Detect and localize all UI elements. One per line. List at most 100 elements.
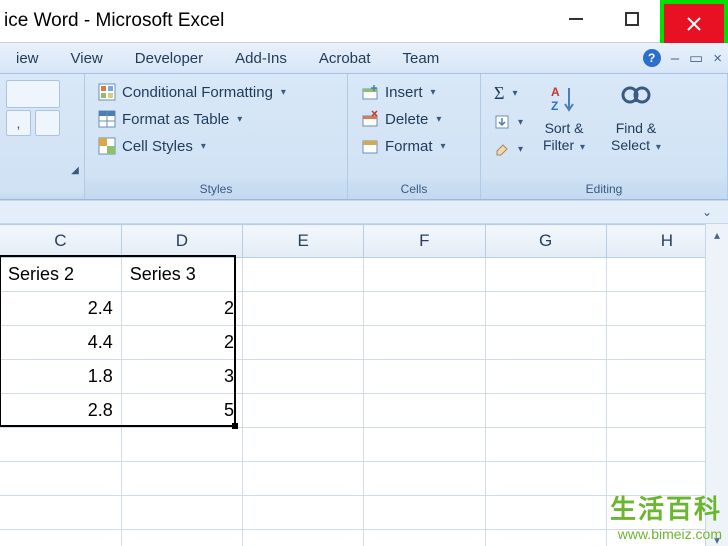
cell[interactable] (0, 462, 121, 496)
cell[interactable] (121, 428, 242, 462)
cell[interactable] (243, 360, 364, 394)
format-as-table-label: Format as Table (122, 111, 229, 128)
group-label-number (0, 193, 84, 199)
cell[interactable] (121, 462, 242, 496)
dropdown-arrow-icon: ▾ (656, 142, 661, 153)
cell[interactable] (243, 258, 364, 292)
mdi-minimize-icon[interactable]: – (671, 50, 679, 67)
cell[interactable] (0, 530, 121, 546)
cell[interactable] (243, 428, 364, 462)
tab-addins[interactable]: Add-Ins (219, 43, 303, 73)
cell[interactable] (364, 394, 485, 428)
cell[interactable] (364, 360, 485, 394)
table-row (0, 428, 728, 462)
cell[interactable]: 4.4 (0, 326, 121, 360)
conditional-formatting-button[interactable]: Conditional Formatting ▾ (91, 80, 293, 104)
close-button-highlight (660, 0, 728, 47)
dropdown-arrow-icon: ▾ (281, 87, 286, 98)
vertical-scrollbar[interactable]: ▴ ▾ (705, 224, 728, 546)
cell[interactable] (0, 496, 121, 530)
cell[interactable] (0, 428, 121, 462)
cell[interactable] (364, 462, 485, 496)
delete-cells-button[interactable]: Delete ▾ (354, 107, 453, 131)
window-title: ice Word - Microsoft Excel (0, 10, 224, 32)
fill-button[interactable]: ▾ (487, 110, 527, 134)
cell[interactable] (485, 394, 606, 428)
number-dialog-launcher-icon[interactable]: ◢ (68, 163, 82, 177)
tab-iew[interactable]: iew (0, 43, 55, 73)
window-controls (548, 0, 728, 40)
cell[interactable] (485, 496, 606, 530)
cell[interactable] (485, 326, 606, 360)
col-header-E[interactable]: E (243, 225, 364, 258)
cell[interactable]: 1.8 (0, 360, 121, 394)
tab-acrobat[interactable]: Acrobat (303, 43, 387, 73)
col-header-F[interactable]: F (364, 225, 485, 258)
number-format-dropdown[interactable] (6, 80, 60, 108)
cell[interactable] (485, 530, 606, 546)
cell[interactable] (485, 292, 606, 326)
cell[interactable] (121, 496, 242, 530)
cell[interactable]: Series 2 (0, 258, 121, 292)
col-header-G[interactable]: G (485, 225, 606, 258)
cell[interactable] (243, 462, 364, 496)
cell[interactable] (485, 258, 606, 292)
mdi-restore-icon[interactable]: ▭ (689, 49, 703, 67)
cell[interactable]: Series 3 (121, 258, 242, 292)
cell[interactable] (364, 292, 485, 326)
dropdown-arrow-icon: ▾ (580, 142, 585, 153)
scroll-up-icon[interactable]: ▴ (706, 224, 728, 246)
group-label-cells: Cells (348, 179, 480, 199)
cell[interactable] (243, 394, 364, 428)
cell[interactable] (243, 530, 364, 546)
cell[interactable] (364, 428, 485, 462)
cell[interactable] (243, 496, 364, 530)
group-label-styles: Styles (85, 179, 347, 199)
format-as-table-button[interactable]: Format as Table ▾ (91, 107, 293, 131)
close-button[interactable] (664, 4, 724, 43)
clear-button[interactable]: ▾ (487, 137, 527, 161)
cell[interactable] (364, 530, 485, 546)
table-row: Series 2 Series 3 (0, 258, 728, 292)
insert-cells-button[interactable]: Insert ▾ (354, 80, 453, 104)
cell[interactable] (364, 496, 485, 530)
col-header-C[interactable]: C (0, 225, 121, 258)
mdi-close-icon[interactable]: × (713, 50, 722, 67)
cell[interactable] (243, 326, 364, 360)
cell[interactable]: 2 (121, 326, 242, 360)
minimize-button[interactable] (548, 0, 604, 38)
tab-developer[interactable]: Developer (119, 43, 219, 73)
cell[interactable] (243, 292, 364, 326)
cell[interactable]: 3 (121, 360, 242, 394)
cell[interactable]: 2.4 (0, 292, 121, 326)
ribbon-toggle-bar: ⌄ (0, 200, 728, 224)
comma-style-button[interactable]: , (6, 110, 31, 136)
format-cells-button[interactable]: Format ▾ (354, 134, 453, 158)
find-select-button[interactable]: Find & Select ▾ (601, 78, 671, 158)
cell[interactable] (485, 360, 606, 394)
eraser-icon (494, 140, 510, 158)
cell[interactable] (121, 530, 242, 546)
cell[interactable] (485, 428, 606, 462)
cell[interactable] (364, 258, 485, 292)
scroll-down-icon[interactable]: ▾ (706, 529, 728, 546)
sort-filter-button[interactable]: AZ Sort & Filter ▾ (533, 78, 595, 158)
autosum-button[interactable]: Σ▾ (487, 80, 527, 107)
help-icon[interactable]: ? (643, 49, 661, 67)
increase-decimal-button[interactable] (35, 110, 60, 136)
cell[interactable]: 5 (121, 394, 242, 428)
cell[interactable]: 2 (121, 292, 242, 326)
cell-styles-button[interactable]: Cell Styles ▾ (91, 134, 293, 158)
col-header-D[interactable]: D (121, 225, 242, 258)
cell[interactable] (364, 326, 485, 360)
number-format-stack: , (6, 78, 60, 136)
cell[interactable] (485, 462, 606, 496)
sheet-table[interactable]: C D E F G H Series 2 Series 3 2.4 2 (0, 224, 728, 546)
spreadsheet-grid[interactable]: C D E F G H Series 2 Series 3 2.4 2 (0, 224, 728, 546)
maximize-button[interactable] (604, 0, 660, 38)
tab-team[interactable]: Team (387, 43, 456, 73)
tab-view[interactable]: View (55, 43, 119, 73)
sigma-icon: Σ (494, 83, 504, 104)
ribbon-collapse-icon[interactable]: ⌄ (702, 205, 712, 219)
cell[interactable]: 2.8 (0, 394, 121, 428)
